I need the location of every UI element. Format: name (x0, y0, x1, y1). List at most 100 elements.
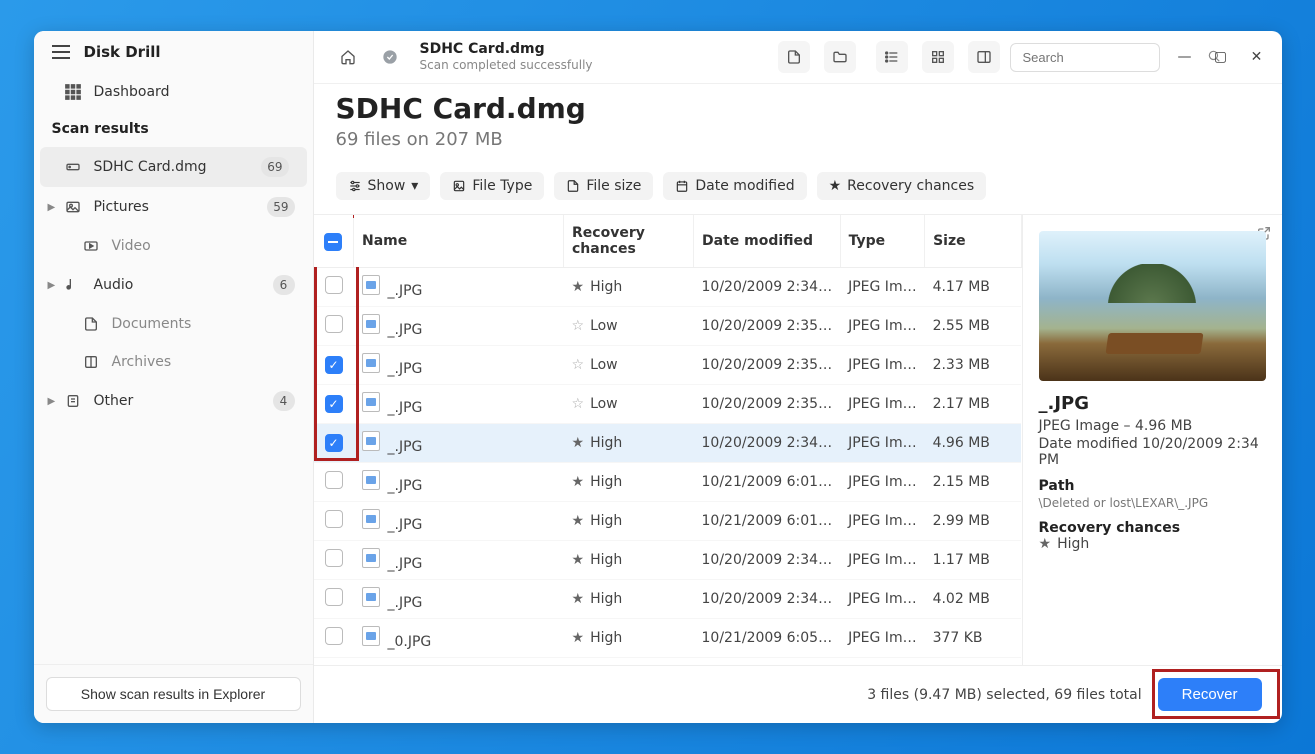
sidebar-badge: 4 (273, 391, 295, 411)
sidebar-badge: 6 (273, 275, 295, 295)
sidebar-item-documents[interactable]: Documents (34, 305, 313, 343)
preview-image (1039, 231, 1266, 381)
size-value: 2.55 MB (925, 307, 1021, 346)
col-recovery[interactable]: Recovery chances (564, 215, 694, 268)
archive-icon (82, 353, 100, 371)
recover-button[interactable]: Recover (1158, 678, 1262, 711)
col-type[interactable]: Type (840, 215, 924, 268)
date-value: 10/20/2009 2:34… (694, 268, 841, 307)
table-row[interactable]: _.JPG★High10/20/2009 2:34…JPEG Im…4.02 M… (314, 580, 1022, 619)
sidebar-item-video[interactable]: Video (34, 227, 313, 265)
table-row[interactable]: _.JPG★High10/20/2009 2:34…JPEG Im…1.17 M… (314, 541, 1022, 580)
sidebar-header: Disk Drill (34, 31, 313, 73)
file-jpg-icon (362, 275, 380, 295)
row-checkbox[interactable] (325, 510, 343, 528)
maximize-button[interactable]: ▢ (1214, 49, 1228, 65)
row-checkbox[interactable] (325, 276, 343, 294)
sidebar-item-archives[interactable]: Archives (34, 343, 313, 381)
scan-status: Scan completed successfully (420, 58, 593, 72)
sidebar-item-pictures[interactable]: ▶Pictures59 (34, 187, 313, 227)
table-row[interactable]: _.JPG★High10/20/2009 2:34…JPEG Im…4.17 M… (314, 268, 1022, 307)
image-icon (64, 198, 82, 216)
app-window: Disk Drill Dashboard Scan results SDHC C… (34, 31, 1282, 723)
preview-path-label: Path (1039, 478, 1266, 494)
search-box[interactable] (1010, 43, 1160, 72)
table-row[interactable]: _.JPG★High10/21/2009 6:01…JPEG Im…2.15 M… (314, 463, 1022, 502)
recovery-value: High (590, 630, 622, 646)
page-title: SDHC Card.dmg (336, 92, 1260, 125)
chip-file-size[interactable]: File size (554, 172, 653, 200)
recovery-value: Low (590, 318, 618, 334)
size-value: 4.96 MB (925, 424, 1021, 463)
sidebar-item-audio[interactable]: ▶Audio6 (34, 265, 313, 305)
file-name: _.JPG (388, 322, 423, 338)
grid-view-icon[interactable] (922, 41, 954, 73)
col-name[interactable]: Name (354, 215, 564, 268)
row-checkbox[interactable] (325, 471, 343, 489)
scan-info: SDHC Card.dmg Scan completed successfull… (420, 41, 593, 72)
date-value: 10/20/2009 2:34… (694, 424, 841, 463)
recovery-value: High (590, 552, 622, 568)
col-date[interactable]: Date modified (694, 215, 841, 268)
file-jpg-icon (362, 353, 380, 373)
row-checkbox[interactable] (325, 434, 343, 452)
sidebar-item-label: Pictures (94, 199, 149, 215)
table-row[interactable]: _0.JPG☆Low10/20/2009 2:39…JPEG Im…1.27 M… (314, 658, 1022, 666)
select-all-checkbox[interactable] (324, 233, 342, 251)
row-checkbox[interactable] (325, 588, 343, 606)
sidebar-item-dashboard[interactable]: Dashboard (34, 73, 313, 111)
file-jpg-icon (362, 314, 380, 334)
menu-icon[interactable] (52, 45, 70, 59)
row-checkbox[interactable] (325, 356, 343, 374)
list-view-icon[interactable] (876, 41, 908, 73)
sidebar-item-sdhc-card-dmg[interactable]: SDHC Card.dmg69 (40, 147, 307, 187)
table-wrap[interactable]: Name Recovery chances Date modified Type… (314, 215, 1022, 665)
show-in-explorer-button[interactable]: Show scan results in Explorer (46, 677, 301, 711)
app-title: Disk Drill (84, 43, 161, 61)
file-jpg-icon (362, 392, 380, 412)
type-value: JPEG Im… (840, 463, 924, 502)
sidebar-dashboard-label: Dashboard (94, 84, 170, 100)
scan-name: SDHC Card.dmg (420, 41, 593, 58)
table-row[interactable]: _.JPG☆Low10/20/2009 2:35…JPEG Im…2.17 MB (314, 385, 1022, 424)
chip-file-type[interactable]: File Type (440, 172, 544, 200)
size-value: 2.15 MB (925, 463, 1021, 502)
date-value: 10/20/2009 2:35… (694, 307, 841, 346)
size-value: 1.27 MB (925, 658, 1021, 666)
table-row[interactable]: _.JPG☆Low10/20/2009 2:35…JPEG Im…2.55 MB (314, 307, 1022, 346)
footer-status: 3 files (9.47 MB) selected, 69 files tot… (867, 687, 1141, 703)
table-row[interactable]: _.JPG★High10/21/2009 6:01…JPEG Im…2.99 M… (314, 502, 1022, 541)
table-row[interactable]: _.JPG☆Low10/20/2009 2:35…JPEG Im…2.33 MB (314, 346, 1022, 385)
sidebar-item-other[interactable]: ▶Other4 (34, 381, 313, 421)
close-button[interactable]: ✕ (1250, 49, 1264, 65)
size-value: 377 KB (925, 619, 1021, 658)
panel-view-icon[interactable] (968, 41, 1000, 73)
chip-date-modified[interactable]: Date modified (663, 172, 806, 200)
folder-icon[interactable] (824, 41, 856, 73)
date-value: 10/20/2009 2:35… (694, 385, 841, 424)
row-checkbox[interactable] (325, 395, 343, 413)
row-checkbox[interactable] (325, 315, 343, 333)
table-row[interactable]: _.JPG★High10/20/2009 2:34…JPEG Im…4.96 M… (314, 424, 1022, 463)
sidebar-badge: 59 (267, 197, 294, 217)
star-icon: ☆ (572, 357, 585, 373)
preview-panel: _.JPG JPEG Image – 4.96 MB Date modified… (1022, 215, 1282, 665)
minimize-button[interactable]: — (1178, 49, 1192, 65)
file-icon[interactable] (778, 41, 810, 73)
row-checkbox[interactable] (325, 627, 343, 645)
chip-show[interactable]: Show▾ (336, 172, 431, 200)
chip-recovery-chances[interactable]: ★Recovery chances (817, 172, 987, 200)
star-icon: ★ (572, 630, 585, 646)
type-value: JPEG Im… (840, 268, 924, 307)
star-icon: ☆ (572, 318, 585, 334)
table-row[interactable]: _0.JPG★High10/21/2009 6:05…JPEG Im…377 K… (314, 619, 1022, 658)
home-icon[interactable] (332, 41, 364, 73)
col-size[interactable]: Size (925, 215, 1021, 268)
size-value: 1.17 MB (925, 541, 1021, 580)
content: Name Recovery chances Date modified Type… (314, 214, 1282, 665)
sidebar-item-label: Other (94, 393, 134, 409)
row-checkbox[interactable] (325, 549, 343, 567)
status-check-icon (374, 41, 406, 73)
sidebar-item-label: Documents (112, 316, 192, 332)
page-subtitle: 69 files on 207 MB (336, 129, 1260, 150)
